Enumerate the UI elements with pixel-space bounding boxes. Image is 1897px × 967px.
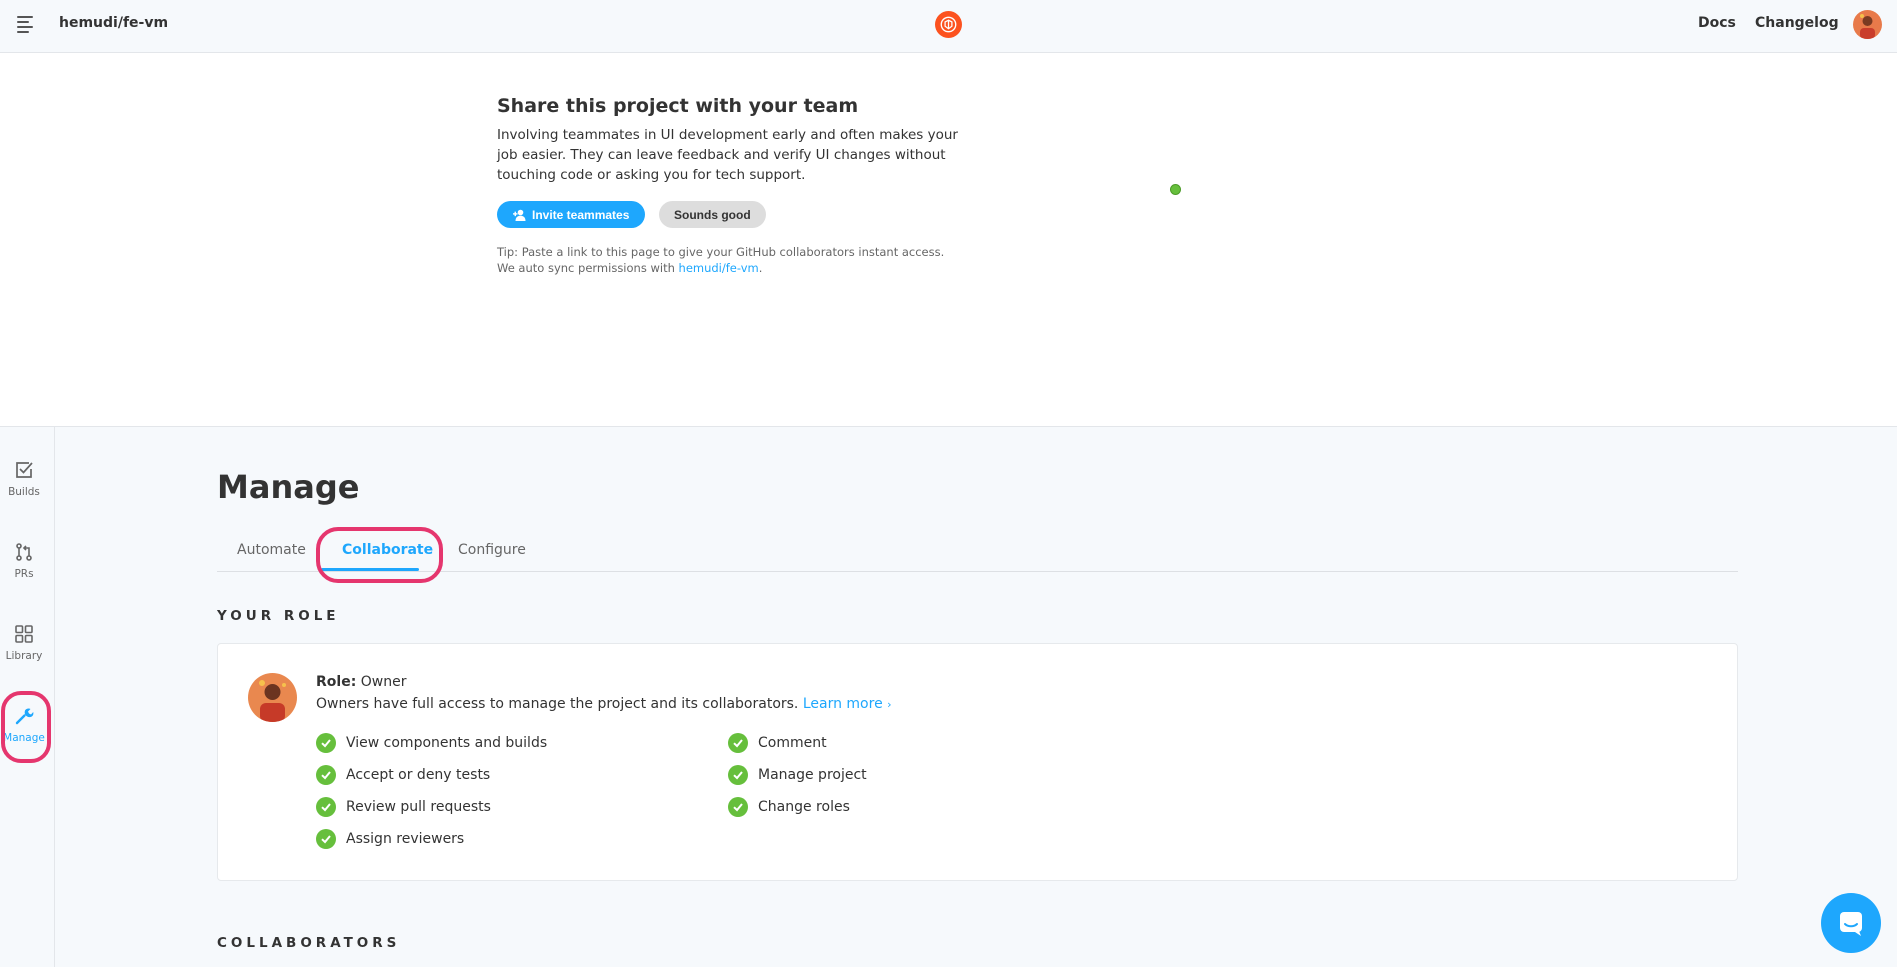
manage-tabs: Automate Collaborate Configure (217, 536, 1738, 572)
pull-request-icon (16, 543, 32, 561)
permission-item: View components and builds (316, 733, 547, 753)
tab-automate[interactable]: Automate (237, 542, 306, 558)
sidebar-item-builds[interactable]: Builds (0, 460, 48, 498)
changelog-link[interactable]: Changelog (1755, 15, 1839, 31)
role-label: Role: (316, 674, 357, 690)
permission-label: Assign reviewers (346, 831, 465, 847)
user-avatar[interactable] (1853, 10, 1882, 39)
role-card: Role: Owner Owners have full access to m… (217, 643, 1738, 881)
permission-label: View components and builds (346, 735, 548, 751)
docs-link[interactable]: Docs (1698, 15, 1736, 31)
tip-line-2-suffix: . (758, 261, 763, 275)
sidebar-item-label: Manage (3, 732, 45, 744)
logo-mark-icon (940, 16, 957, 33)
permission-item: Assign reviewers (316, 829, 464, 849)
sidebar-item-library[interactable]: Library (0, 624, 48, 662)
learn-more-link[interactable]: Learn more › (803, 696, 892, 712)
chromatic-logo-icon[interactable] (935, 11, 962, 38)
sidebar-item-label: Builds (8, 486, 40, 498)
invite-teammates-label: Invite teammates (532, 207, 630, 222)
permission-item: Comment (728, 733, 827, 753)
sidebar-item-manage[interactable]: Manage (0, 706, 48, 744)
menu-icon[interactable] (17, 16, 35, 34)
chevron-right-icon: › (887, 698, 892, 711)
sidebar-item-label: Library (5, 650, 43, 662)
permission-label: Change roles (758, 799, 850, 815)
tip-text: Tip: Paste a link to this page to give y… (497, 244, 944, 276)
status-dot (1170, 184, 1181, 195)
permission-label: Accept or deny tests (346, 767, 491, 783)
tab-collaborate[interactable]: Collaborate (342, 542, 433, 558)
check-icon (316, 765, 336, 785)
page-title: Manage (217, 468, 360, 506)
tip-line-2: We auto sync permissions with hemudi/fe-… (497, 260, 944, 276)
permission-item: Review pull requests (316, 797, 491, 817)
avatar (248, 673, 297, 722)
permission-item: Manage project (728, 765, 867, 785)
share-banner (0, 53, 1897, 427)
invite-teammates-button[interactable]: Invite teammates (497, 201, 646, 228)
check-icon (316, 829, 336, 849)
collaborators-heading: COLLABORATORS (217, 935, 401, 951)
chat-icon (1840, 912, 1862, 936)
role-line: Role: Owner (316, 674, 406, 690)
project-name[interactable]: hemudi/fe-vm (59, 15, 168, 31)
tip-line-2-prefix: We auto sync permissions with (497, 261, 679, 275)
role-description: Owners have full access to manage the pr… (316, 696, 892, 712)
top-bar: hemudi/fe-vm Docs Changelog (0, 0, 1897, 53)
wrench-icon (15, 708, 34, 725)
check-icon (728, 733, 748, 753)
permission-label: Review pull requests (346, 799, 491, 815)
check-icon (316, 733, 336, 753)
role-description-text: Owners have full access to manage the pr… (316, 696, 799, 712)
add-user-icon (513, 209, 526, 221)
repo-link[interactable]: hemudi/fe-vm (679, 261, 759, 275)
permission-label: Manage project (758, 767, 867, 783)
check-icon (728, 797, 748, 817)
chat-button[interactable] (1821, 893, 1881, 953)
check-icon (316, 797, 336, 817)
grid-icon (15, 625, 33, 643)
permission-item: Accept or deny tests (316, 765, 490, 785)
checkbox-icon (16, 462, 33, 478)
share-title: Share this project with your team (497, 95, 859, 117)
share-description: Involving teammates in UI development ea… (497, 127, 958, 183)
tab-configure[interactable]: Configure (458, 542, 526, 558)
check-icon (728, 765, 748, 785)
tip-line-1: Tip: Paste a link to this page to give y… (497, 245, 945, 259)
permission-label: Comment (758, 735, 827, 751)
your-role-heading: YOUR ROLE (217, 608, 340, 624)
permission-item: Change roles (728, 797, 850, 817)
active-tab-underline (321, 568, 419, 571)
sidebar-item-prs[interactable]: PRs (0, 542, 48, 580)
sidebar-item-label: PRs (14, 568, 34, 580)
sounds-good-button[interactable]: Sounds good (659, 201, 766, 228)
learn-more-label: Learn more (802, 696, 883, 712)
role-value: Owner (360, 674, 407, 690)
left-sidebar: Builds PRs Library Manage (0, 427, 55, 967)
